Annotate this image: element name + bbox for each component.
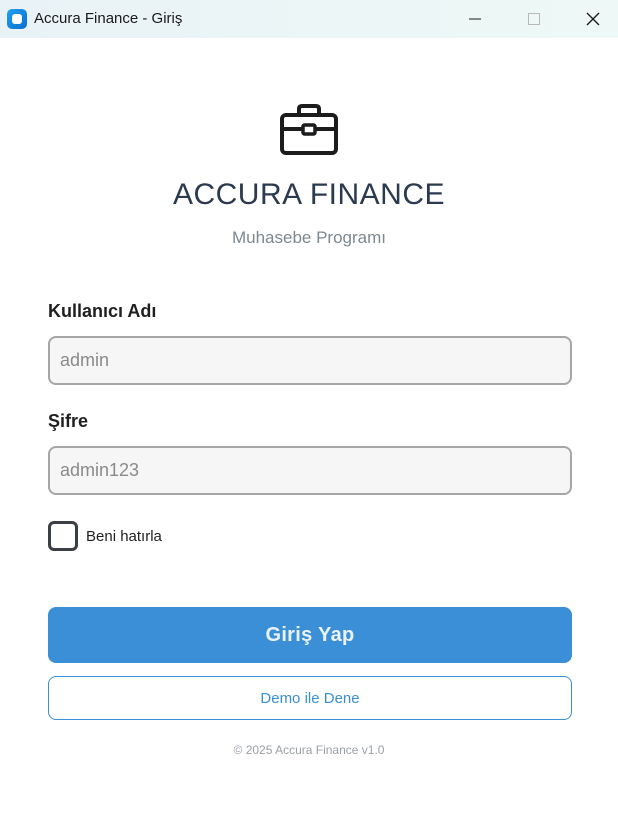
password-input[interactable] xyxy=(48,446,572,495)
remember-me[interactable]: Beni hatırla xyxy=(48,521,162,551)
username-label: Kullanıcı Adı xyxy=(48,301,157,321)
minimize-button[interactable] xyxy=(452,0,498,38)
maximize-icon xyxy=(528,13,540,25)
close-icon xyxy=(586,12,600,26)
login-button[interactable]: Giriş Yap xyxy=(48,607,572,663)
demo-button[interactable]: Demo ile Dene xyxy=(48,676,572,720)
close-button[interactable] xyxy=(570,0,616,38)
app-subtitle: Muhasebe Programı xyxy=(231,228,387,247)
title-bar: Accura Finance - Giriş xyxy=(0,0,618,38)
app-icon xyxy=(7,9,27,29)
username-input[interactable] xyxy=(48,336,572,385)
app-title: ACCURA FINANCE xyxy=(172,178,446,211)
briefcase-icon xyxy=(280,104,338,155)
window-title: Accura Finance - Giriş xyxy=(34,10,183,27)
remember-checkbox[interactable] xyxy=(48,521,78,551)
footer-copyright: © 2025 Accura Finance v1.0 xyxy=(233,743,385,757)
maximize-button[interactable] xyxy=(511,0,557,38)
password-label: Şifre xyxy=(48,411,89,431)
minimize-icon xyxy=(469,18,481,20)
remember-label: Beni hatırla xyxy=(86,527,162,545)
login-window: Accura Finance - Giriş ACCURA FINANCE Mu… xyxy=(0,0,618,816)
